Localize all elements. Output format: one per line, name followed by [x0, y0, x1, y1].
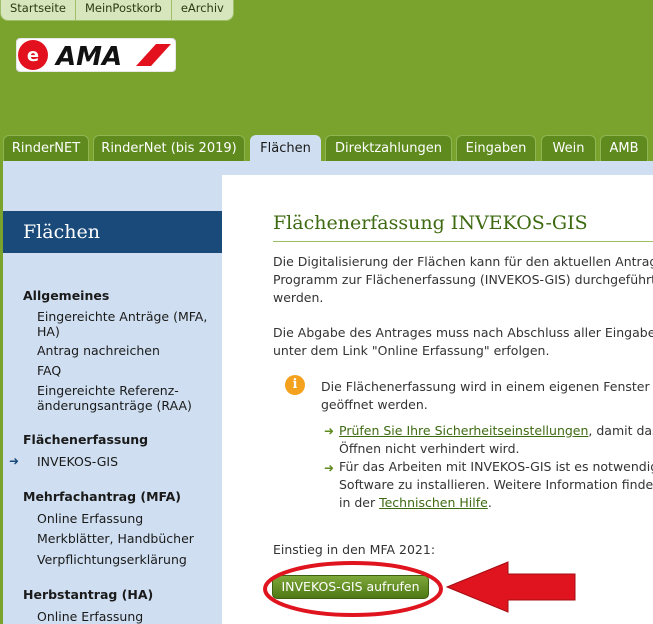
security-settings-link[interactable]: Prüfen Sie Ihre Sicherheitseinstellungen	[339, 423, 588, 438]
sidebar-item-faq[interactable]: FAQ	[37, 363, 61, 378]
sidebar-item-label: HA)	[37, 324, 60, 339]
arrow-right-icon: ➜	[9, 454, 20, 468]
security-hint-rest: , damit das	[588, 423, 653, 438]
software-hint-pre: in der	[339, 495, 380, 510]
intro-line: Programm zur Flächenerfassung (INVEKOS-G…	[273, 272, 653, 287]
sidebar-item-nachreichen[interactable]: Antrag nachreichen	[37, 343, 160, 358]
mfa-entry-label: Einstieg in den MFA 2021:	[273, 542, 436, 557]
sidebar-item-referenz[interactable]: Eingereichte Referenz- änderungsanträge …	[37, 383, 192, 413]
tab-rindernet-2019[interactable]: RinderNet (bis 2019)	[93, 135, 245, 161]
software-hint-line: Software zu installieren. Weitere Inform…	[339, 477, 653, 492]
logo-brand: AMA	[54, 42, 122, 72]
sidebar-item-label: änderungsanträge (RAA)	[37, 398, 192, 413]
top-nav-postkorb[interactable]: MeinPostkorb	[76, 0, 172, 20]
intro-line: Die Digitalisierung der Flächen kann für…	[273, 254, 653, 269]
security-hint: Prüfen Sie Ihre Sicherheitseinstellungen…	[339, 422, 653, 458]
info-line: Die Flächenerfassung wird in einem eigen…	[321, 379, 650, 394]
tab-direktzahlungen[interactable]: Direktzahlungen	[325, 135, 452, 161]
section-allgemeines: Allgemeines	[23, 288, 110, 303]
security-hint-line: Öffnen nicht verhindert wird.	[339, 441, 520, 456]
software-hint-line: Für das Arbeiten mit INVEKOS-GIS ist es …	[339, 459, 653, 474]
tab-wein[interactable]: Wein	[541, 135, 596, 161]
info-text: Die Flächenerfassung wird in einem eigen…	[321, 378, 650, 414]
sidebar-title: Flächen	[3, 211, 222, 253]
info-icon: i	[285, 375, 305, 395]
info-line: geöffnet werden.	[321, 397, 428, 412]
submission-line: Die Abgabe des Antrages muss nach Abschl…	[273, 325, 653, 340]
sidebar-item-label: Eingereichte Anträge (MFA,	[37, 309, 208, 324]
title-divider	[273, 241, 653, 242]
technical-help-link[interactable]: Technischen Hilfe	[379, 495, 488, 510]
tab-eingaben[interactable]: Eingaben	[456, 135, 536, 161]
arrow-right-icon: ➜	[324, 424, 335, 438]
submission-paragraph: Die Abgabe des Antrages muss nach Abschl…	[273, 324, 653, 360]
section-ha: Herbstantrag (HA)	[23, 587, 154, 602]
tab-amb[interactable]: AMB	[600, 135, 648, 161]
sidebar-item-online-ha[interactable]: Online Erfassung	[37, 609, 143, 624]
main-nav: RinderNET RinderNet (bis 2019) Flächen D…	[0, 135, 653, 162]
top-nav-startseite[interactable]: Startseite	[1, 0, 76, 20]
sidebar-item-label: Eingereichte Referenz-	[37, 383, 179, 398]
intro-line: werden.	[273, 290, 324, 305]
intro-paragraph: Die Digitalisierung der Flächen kann für…	[273, 253, 653, 307]
sidebar-item-invekos[interactable]: INVEKOS-GIS	[37, 454, 118, 469]
sidebar-item-verpflichtung[interactable]: Verpflichtungserklärung	[37, 552, 187, 567]
top-nav: Startseite MeinPostkorb eArchiv	[0, 0, 234, 21]
section-mfa: Mehrfachantrag (MFA)	[23, 489, 182, 504]
top-nav-earchiv[interactable]: eArchiv	[172, 0, 233, 20]
eama-logo[interactable]: e AMA	[16, 38, 176, 72]
invekos-gis-launch-button[interactable]: INVEKOS-GIS aufrufen	[272, 575, 429, 599]
sidebar-item-online-mfa[interactable]: Online Erfassung	[37, 511, 143, 526]
tab-rindernet[interactable]: RinderNET	[3, 135, 89, 161]
arrow-right-icon: ➜	[324, 461, 335, 475]
sidebar-item-merkblaetter[interactable]: Merkblätter, Handbücher	[37, 531, 194, 546]
submission-line: unter dem Link "Online Erfassung" erfolg…	[273, 343, 550, 358]
content-top-strip	[222, 161, 653, 175]
software-hint-post: .	[487, 495, 492, 510]
section-flaechenerfassung: Flächenerfassung	[23, 432, 149, 447]
software-hint: Für das Arbeiten mit INVEKOS-GIS ist es …	[339, 458, 653, 512]
logo-e: e	[27, 45, 39, 66]
tab-flaechen[interactable]: Flächen	[250, 135, 321, 162]
page-title: Flächenerfassung INVEKOS-GIS	[273, 212, 588, 234]
sidebar-item-eingereichte[interactable]: Eingereichte Anträge (MFA, HA)	[37, 309, 207, 339]
